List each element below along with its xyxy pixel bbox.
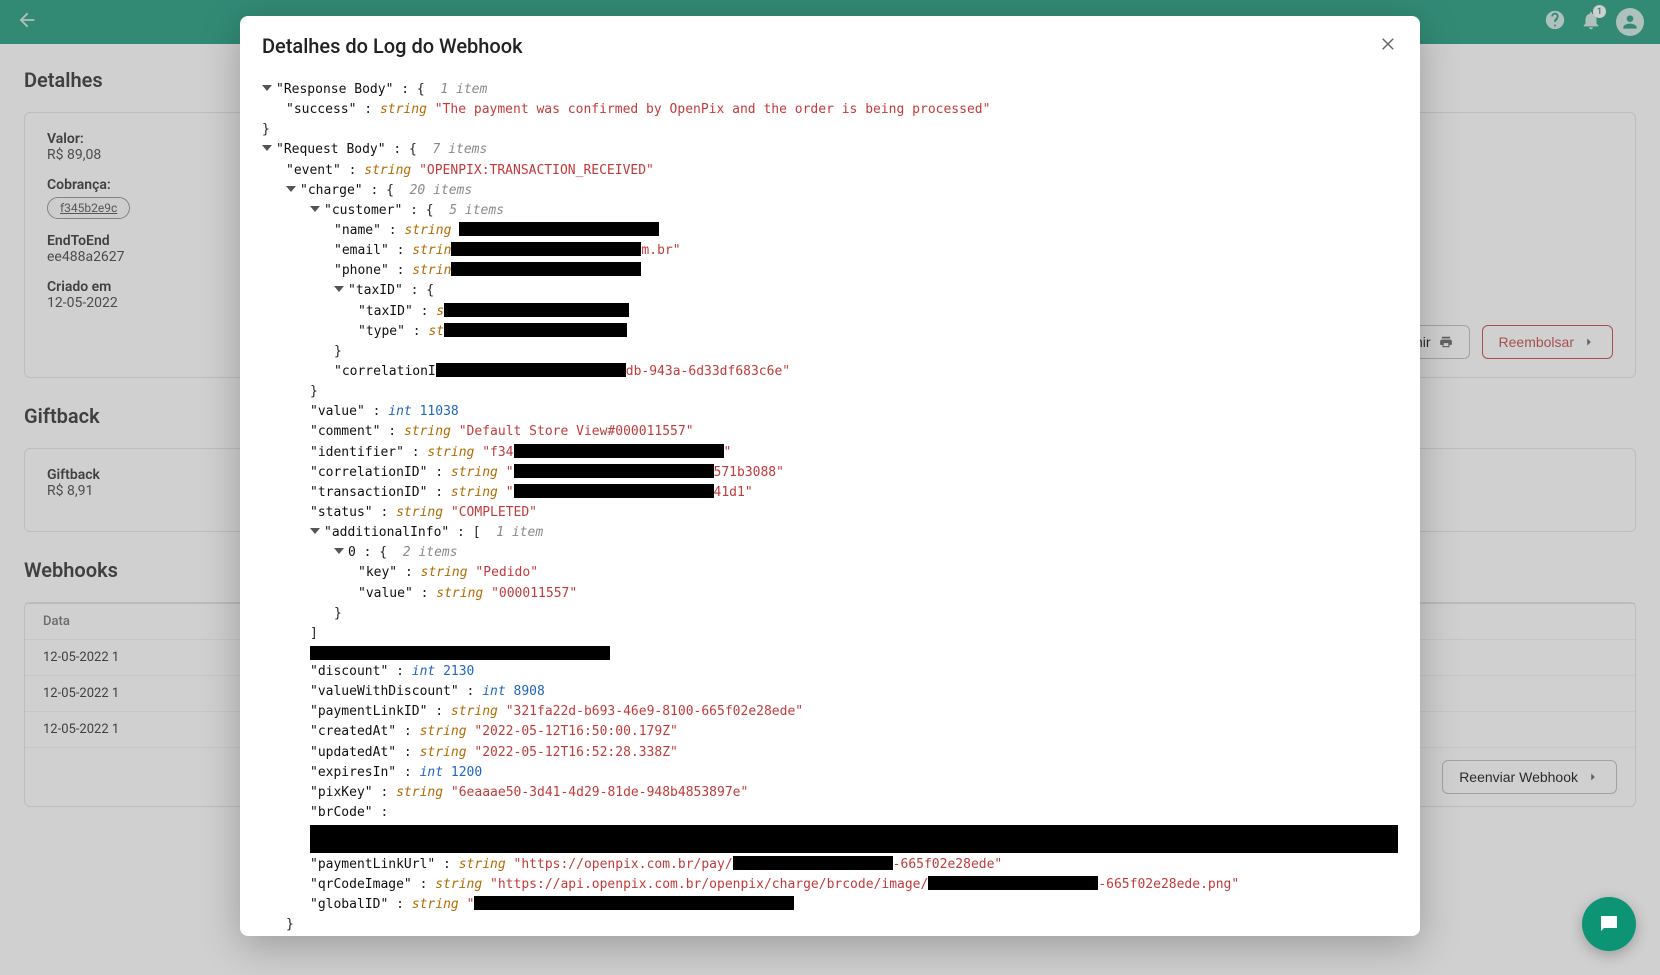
redacted xyxy=(474,896,794,910)
modal-body[interactable]: "Response Body" : { 1 item "success" : s… xyxy=(240,70,1420,936)
modal: Detalhes do Log do Webhook "Response Bod… xyxy=(240,16,1420,936)
redacted xyxy=(451,262,641,276)
chat-fab[interactable] xyxy=(1582,897,1636,951)
chat-icon xyxy=(1597,912,1621,936)
redacted xyxy=(459,222,659,236)
redacted xyxy=(928,876,1098,890)
redacted xyxy=(514,484,714,498)
json-key: "Response Body" xyxy=(276,82,393,97)
modal-title: Detalhes do Log do Webhook xyxy=(262,34,523,58)
redacted xyxy=(310,825,1398,853)
redacted xyxy=(310,646,610,660)
redacted xyxy=(514,444,724,458)
redacted xyxy=(514,464,714,478)
redacted xyxy=(451,242,641,256)
redacted xyxy=(444,323,627,337)
redacted xyxy=(436,363,626,377)
redacted xyxy=(444,303,629,317)
close-icon[interactable] xyxy=(1380,35,1398,57)
redacted xyxy=(733,856,893,870)
